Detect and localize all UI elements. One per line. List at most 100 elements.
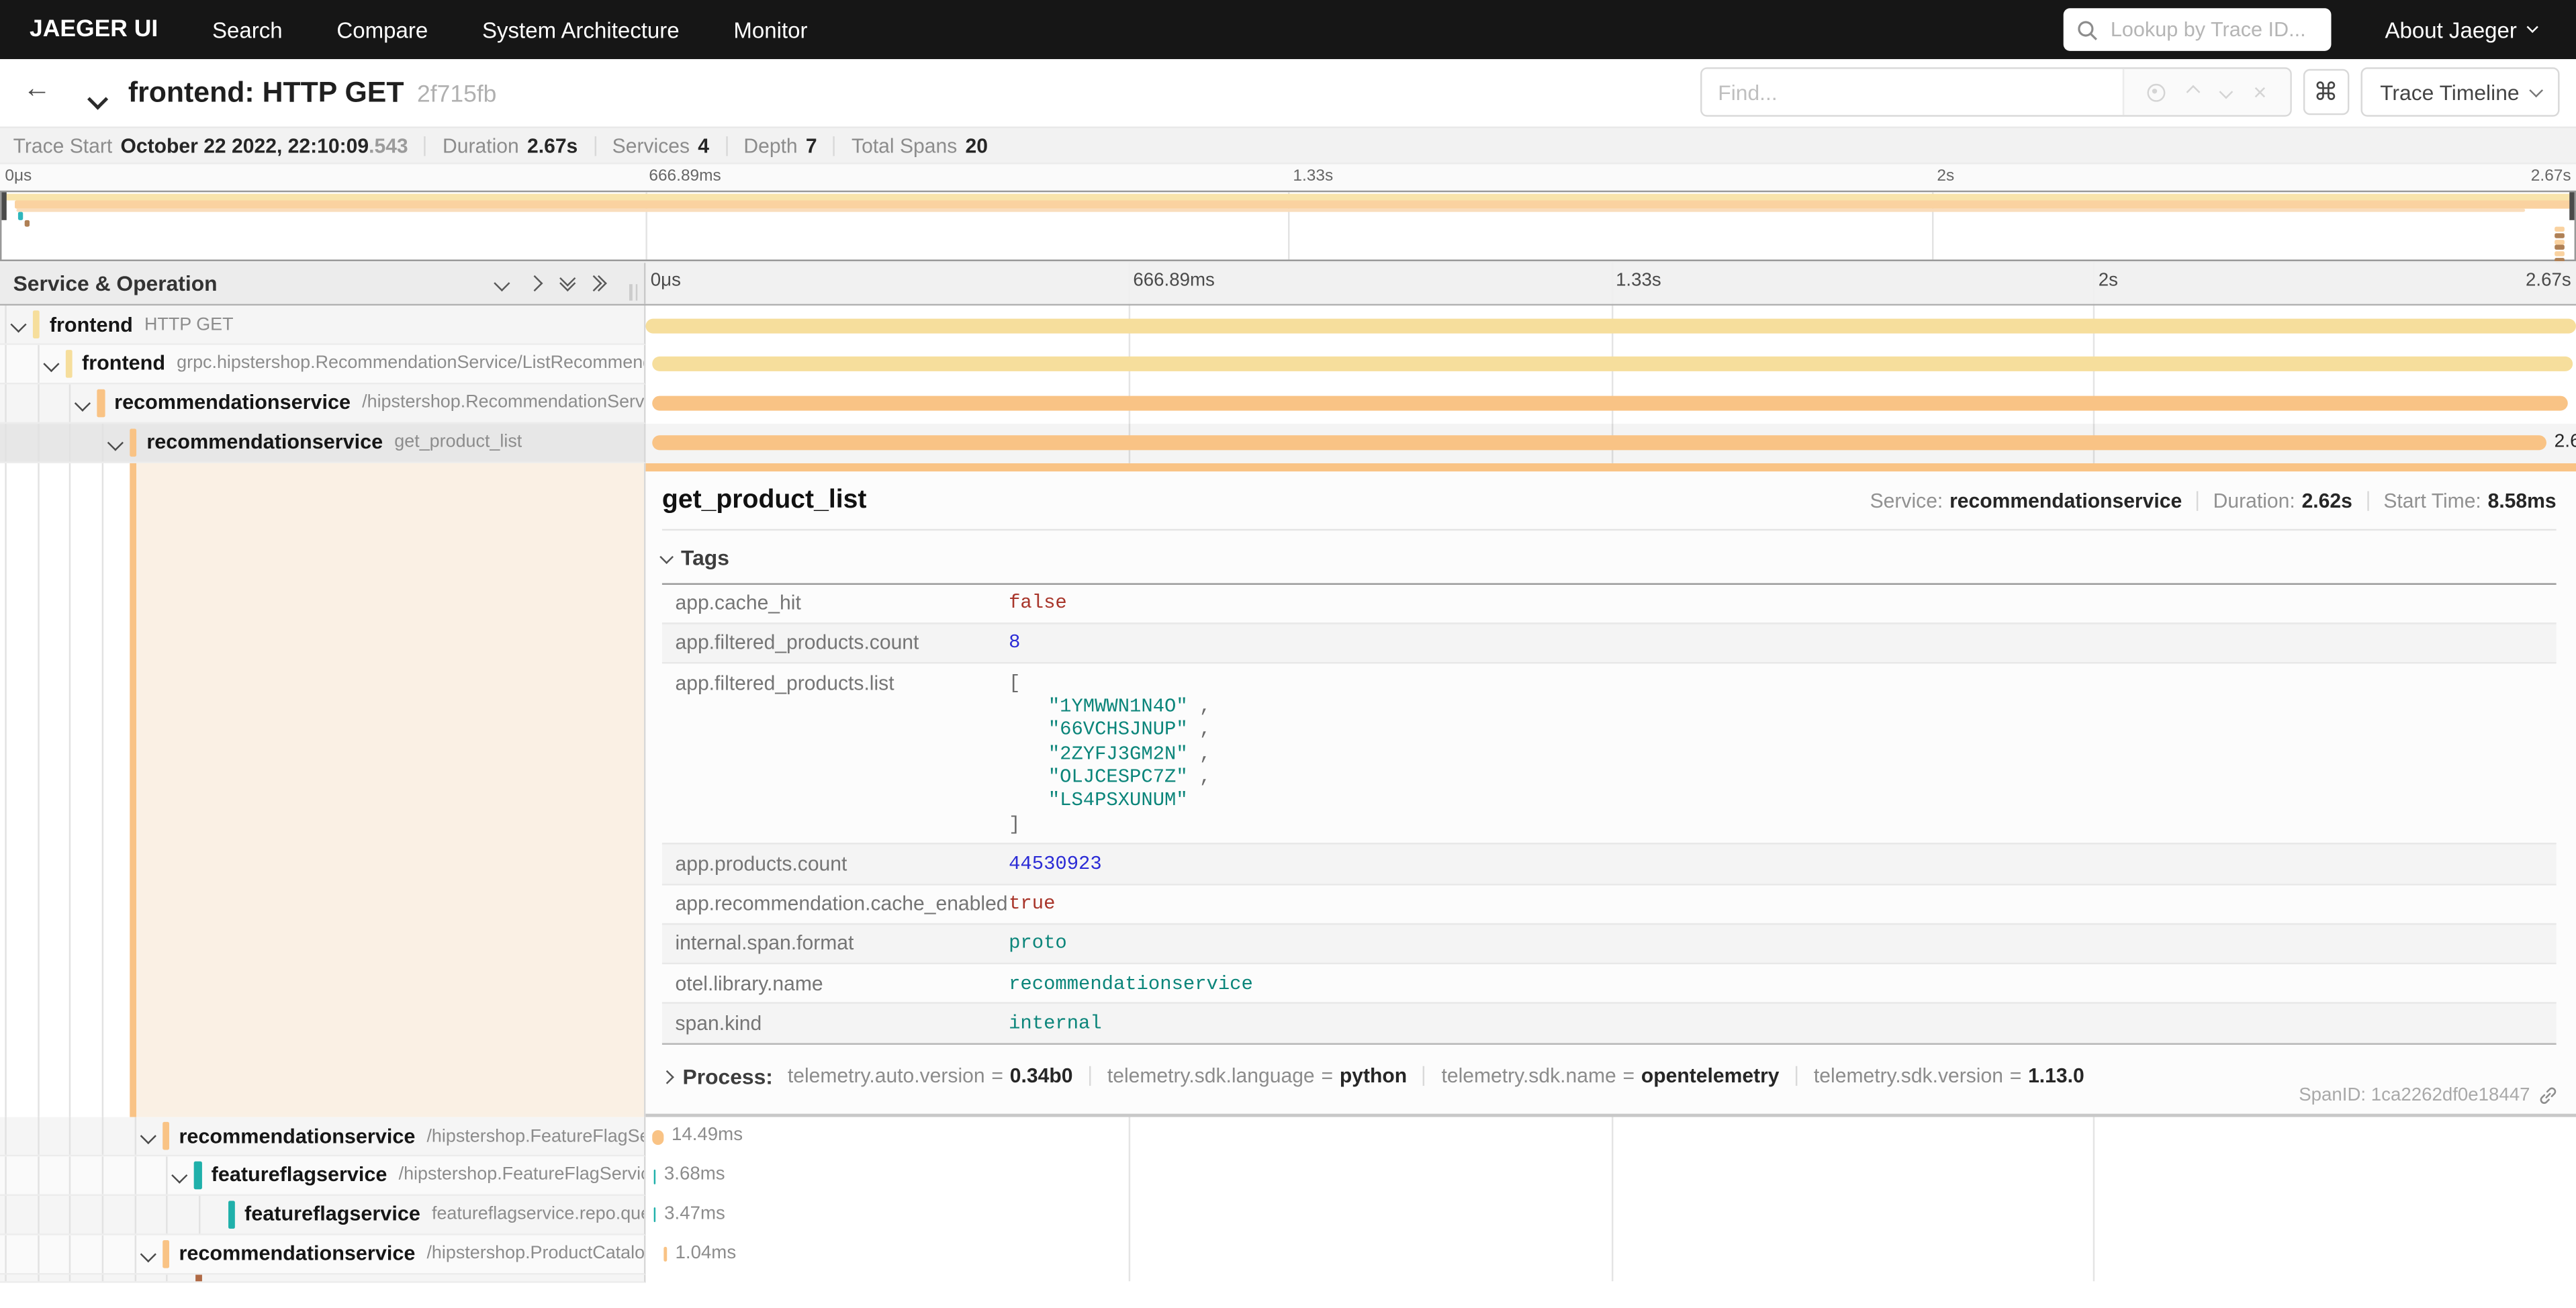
trace-minimap-scrubber[interactable] xyxy=(0,190,2576,262)
span-duration-label: 3.47ms xyxy=(664,1196,725,1235)
back-arrow-button[interactable]: ← xyxy=(23,73,51,106)
service-color-bar xyxy=(33,310,40,338)
indent-guide xyxy=(38,345,39,383)
app-logo[interactable]: JAEGER UI xyxy=(30,17,158,43)
tag-row[interactable]: otel.library.namerecommendationservice xyxy=(662,963,2557,1002)
about-jaeger-label: About Jaeger xyxy=(2385,17,2516,42)
span-row[interactable]: featureflagservice/hipstershop.FeatureFl… xyxy=(0,1156,2576,1195)
timeline-tick-label: 1.33s xyxy=(1616,271,1661,291)
trace-collapse-toggle[interactable] xyxy=(91,86,105,115)
span-row-name-cell: frontendHTTP GET xyxy=(0,306,645,344)
collapse-one-icon[interactable] xyxy=(493,275,511,293)
indent-guide xyxy=(102,424,103,461)
span-row-timeline-cell[interactable]: 2.62s xyxy=(645,424,2576,463)
view-selector-button[interactable]: Trace Timeline xyxy=(2360,68,2560,117)
view-selector-label: Trace Timeline xyxy=(2380,81,2519,105)
service-name: featureflagservice xyxy=(212,1164,387,1186)
trace-title-bar: ← frontend: HTTP GET2f715fb × ⌘ Trace Ti… xyxy=(0,60,2576,127)
timeline-tick-label: 2.67s xyxy=(2526,271,2571,291)
minimap-span-tick xyxy=(2554,245,2565,250)
tag-value: internal xyxy=(1009,1012,1102,1035)
trace-id-lookup[interactable] xyxy=(2063,9,2331,52)
collapse-all-icon[interactable] xyxy=(559,275,577,291)
tag-value: 8 xyxy=(1009,631,1020,655)
span-duration-bar xyxy=(652,357,2572,372)
span-tree-toggle[interactable] xyxy=(175,1170,189,1180)
indent-guide xyxy=(5,306,6,343)
indent-guide xyxy=(38,424,70,461)
span-tree-toggle[interactable] xyxy=(142,1248,157,1259)
column-resizer[interactable] xyxy=(629,284,637,300)
timeline-tick-label: 666.89ms xyxy=(649,168,721,186)
indent-guide xyxy=(134,1156,167,1194)
span-row-timeline-cell[interactable] xyxy=(645,306,2576,344)
focus-match-icon[interactable] xyxy=(2147,84,2165,102)
span-tree-toggle[interactable] xyxy=(13,319,28,330)
service-operation-header: Service & Operation xyxy=(13,271,218,296)
span-row[interactable]: frontendgrpc.hipstershop.RecommendationS… xyxy=(0,345,2576,384)
span-row[interactable]: recommendationservice/hipstershop.Recomm… xyxy=(0,384,2576,423)
span-row[interactable] xyxy=(0,1274,2576,1282)
about-jaeger-menu[interactable]: About Jaeger xyxy=(2385,17,2536,42)
nav-item-monitor[interactable]: Monitor xyxy=(733,17,807,42)
tag-row[interactable]: app.recommendation.cache_enabledtrue xyxy=(662,883,2557,923)
span-rows-top: frontendHTTP GETfrontendgrpc.hipstershop… xyxy=(0,306,2576,463)
trace-id-lookup-input[interactable] xyxy=(2107,17,2317,43)
span-row[interactable]: recommendationservice/hipstershop.Produc… xyxy=(0,1235,2576,1274)
span-tree-toggle[interactable] xyxy=(110,437,125,448)
span-row-timeline-cell[interactable]: 14.49ms xyxy=(645,1117,2576,1156)
json-list-item: "66VCHSJNUP" , xyxy=(1009,718,1211,742)
span-row-timeline-cell[interactable]: 3.68ms xyxy=(645,1156,2576,1195)
tag-row[interactable]: app.cache_hitfalse xyxy=(662,584,2557,622)
span-row-timeline-cell[interactable] xyxy=(645,345,2576,384)
find-input[interactable] xyxy=(1702,70,2122,116)
span-row[interactable]: recommendationservice/hipstershop.Featur… xyxy=(0,1117,2576,1156)
minimap-right-handle[interactable] xyxy=(2570,191,2574,220)
nav-item-compare[interactable]: Compare xyxy=(336,17,428,42)
nav-item-system-architecture[interactable]: System Architecture xyxy=(482,17,680,42)
expand-one-icon[interactable] xyxy=(526,275,544,293)
trace-start-value: October 22 2022, 22:10:09 xyxy=(121,134,369,157)
operation-name: HTTP GET xyxy=(144,314,234,334)
clear-find-icon[interactable]: × xyxy=(2253,81,2266,104)
process-section-toggle[interactable]: Process: telemetry.auto.version=0.34b0te… xyxy=(662,1064,2557,1089)
nav-item-search[interactable]: Search xyxy=(212,17,283,42)
span-row-timeline-cell[interactable] xyxy=(645,384,2576,423)
keyboard-shortcuts-button[interactable]: ⌘ xyxy=(2303,70,2349,116)
process-tag: telemetry.sdk.language=python xyxy=(1107,1065,1407,1088)
span-tree-toggle[interactable] xyxy=(46,359,60,369)
total-spans-value: 20 xyxy=(966,134,988,157)
tags-section-toggle[interactable]: Tags xyxy=(662,545,2557,569)
span-row-timeline-cell[interactable] xyxy=(645,1274,2576,1282)
span-tree-toggle[interactable] xyxy=(142,1131,157,1141)
span-duration-bar xyxy=(653,1169,656,1184)
tag-row[interactable]: span.kindinternal xyxy=(662,1003,2557,1043)
span-row-name-cell: frontendgrpc.hipstershop.RecommendationS… xyxy=(0,345,645,384)
minimap-left-handle[interactable] xyxy=(1,191,5,220)
expand-all-icon[interactable] xyxy=(592,275,608,293)
json-list-item: "LS4PSXUNUM" xyxy=(1009,789,1211,812)
operation-name: /hipstershop.RecommendationService/Lis… xyxy=(362,393,645,412)
span-row-timeline-cell[interactable]: 1.04ms xyxy=(645,1235,2576,1274)
chevron-down-icon xyxy=(660,551,673,563)
span-tree-toggle[interactable] xyxy=(78,398,93,408)
separator xyxy=(1089,1066,1091,1086)
span-row[interactable]: featureflagservicefeatureflagservice.rep… xyxy=(0,1196,2576,1235)
tag-row[interactable]: app.filtered_products.list["1YMWWN1N4O" … xyxy=(662,662,2557,843)
span-duration-label: 14.49ms xyxy=(672,1117,743,1156)
indent-guide xyxy=(5,424,37,461)
span-row[interactable]: frontendHTTP GET xyxy=(0,306,2576,344)
tag-key: span.kind xyxy=(675,1012,1009,1035)
tag-row[interactable]: app.filtered_products.count8 xyxy=(662,622,2557,662)
prev-match-icon[interactable] xyxy=(2188,88,2198,98)
trace-start-label: Trace Start xyxy=(13,134,113,157)
tag-value: recommendationservice xyxy=(1009,972,1253,996)
tag-row[interactable]: internal.span.formatproto xyxy=(662,923,2557,963)
span-row[interactable]: recommendationserviceget_product_list2.6… xyxy=(0,424,2576,463)
tag-row[interactable]: app.products.count44530923 xyxy=(662,843,2557,883)
span-row-timeline-cell[interactable]: 3.47ms xyxy=(645,1196,2576,1235)
indent-guide xyxy=(102,1274,134,1281)
chevron-down-icon xyxy=(2527,21,2538,33)
next-match-icon[interactable] xyxy=(2221,88,2231,98)
copy-link-icon[interactable] xyxy=(2538,1086,2558,1105)
